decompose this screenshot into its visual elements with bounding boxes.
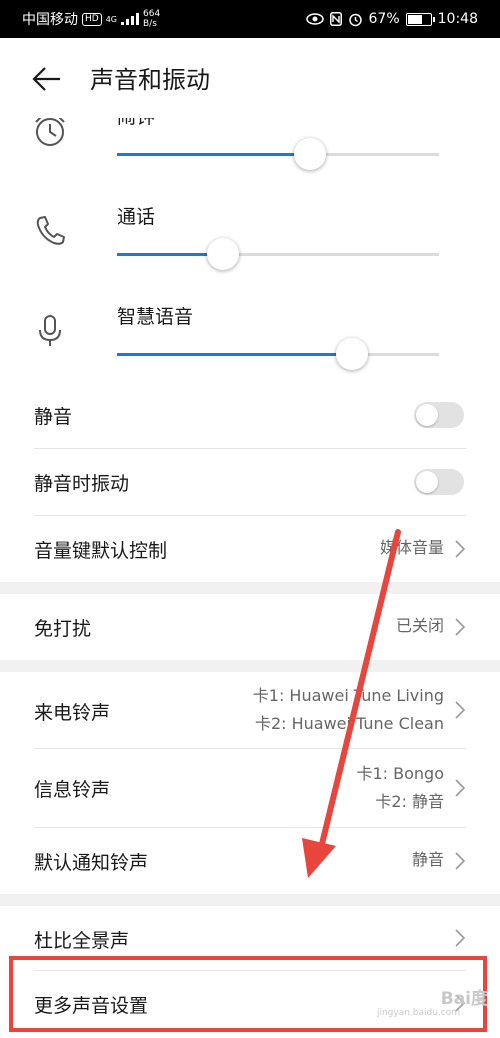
ringtone-row[interactable]: 来电铃声 卡1: Huawei Tune Living 卡2: Huawei T… — [0, 672, 500, 748]
section-gap — [0, 660, 500, 672]
battery-fill — [407, 14, 423, 24]
voice-volume-fill — [117, 353, 353, 356]
alarm-status-icon — [348, 13, 362, 26]
hd-badge: HD — [82, 12, 102, 26]
battery-icon — [405, 12, 435, 26]
dnd-label: 免打扰 — [34, 618, 92, 640]
message-tone-sim1: 卡1: Bongo — [356, 764, 444, 783]
vibrate-on-mute-toggle[interactable] — [414, 469, 464, 495]
notification-tone-row[interactable]: 默认通知铃声 静音 — [0, 828, 500, 894]
watermark-logo: Bai度 — [440, 989, 488, 1009]
mute-row[interactable]: 静音 — [0, 382, 500, 448]
eye-icon — [305, 13, 324, 25]
chevron-right-icon — [455, 618, 466, 636]
message-tone-sim2: 卡2: 静音 — [375, 792, 444, 811]
microphone-icon — [39, 315, 61, 346]
voice-volume-knob[interactable] — [336, 338, 369, 370]
ringtone-sim1: 卡1: Huawei Tune Living — [252, 686, 444, 705]
annotation-highlight-box — [9, 956, 487, 1032]
notification-tone-value: 静音 — [411, 850, 444, 869]
status-left: 中国移动 HD 4G 664 B/s — [22, 0, 160, 38]
alarm-volume-fill — [117, 153, 311, 156]
ringtone-sim2: 卡2: Huawei Tune Clean — [254, 714, 444, 733]
alarm-volume-slider[interactable] — [117, 138, 439, 170]
chevron-right-icon — [455, 929, 466, 947]
chevron-right-icon — [455, 852, 466, 870]
message-tone-label: 信息铃声 — [34, 779, 111, 801]
message-tone-row[interactable]: 信息铃声 卡1: Bongo 卡2: 静音 — [0, 749, 500, 827]
message-tone-value: 卡1: Bongo 卡2: 静音 — [356, 760, 444, 816]
call-volume-slider[interactable] — [117, 238, 439, 270]
section-gap — [0, 894, 500, 906]
signal-icon — [121, 13, 139, 25]
network-type: 4G — [105, 14, 117, 24]
mute-label: 静音 — [34, 406, 73, 428]
nfc-icon — [329, 12, 342, 26]
dnd-row[interactable]: 免打扰 已关闭 — [0, 594, 500, 660]
watermark-url: jingyan.baidu.com — [376, 1008, 460, 1018]
voice-volume-slider[interactable] — [117, 338, 439, 370]
net-speed-value: 664 — [143, 9, 161, 19]
app-header: 声音和振动 — [0, 38, 500, 118]
volume-key-value: 媒体音量 — [379, 538, 444, 557]
page-title: 声音和振动 — [90, 66, 210, 94]
net-speed: 664 B/s — [143, 9, 160, 29]
ringtone-label: 来电铃声 — [34, 702, 111, 724]
carrier-name: 中国移动 — [22, 12, 78, 28]
voice-volume-label: 智慧语音 — [117, 306, 194, 328]
chevron-right-icon — [455, 779, 466, 797]
net-speed-unit: B/s — [143, 19, 157, 29]
section-gap — [0, 582, 500, 594]
vibrate-toggle-knob — [416, 471, 438, 493]
mute-toggle-knob — [416, 404, 438, 426]
mute-toggle[interactable] — [414, 402, 464, 428]
status-right: 67% 10:48 — [305, 0, 478, 38]
alarm-volume-knob[interactable] — [294, 138, 327, 170]
volume-key-row[interactable]: 音量键默认控制 媒体音量 — [0, 516, 500, 582]
ringtone-value: 卡1: Huawei Tune Living 卡2: Huawei Tune C… — [253, 682, 444, 738]
vibrate-on-mute-label: 静音时振动 — [34, 473, 130, 495]
notification-tone-label: 默认通知铃声 — [34, 852, 149, 874]
dnd-value: 已关闭 — [395, 616, 444, 635]
chevron-right-icon — [455, 540, 466, 558]
chevron-right-icon — [455, 701, 466, 719]
status-bar: 中国移动 HD 4G 664 B/s 67% 10:48 — [0, 0, 500, 38]
back-arrow-icon[interactable] — [30, 62, 64, 96]
dolby-label: 杜比全景声 — [34, 930, 130, 952]
call-volume-knob[interactable] — [207, 238, 240, 270]
call-volume-row: 通话 — [0, 200, 500, 300]
battery-percent: 67% — [368, 11, 400, 27]
clock: 10:48 — [437, 11, 478, 27]
volume-key-label: 音量键默认控制 — [34, 540, 168, 562]
vibrate-on-mute-row[interactable]: 静音时振动 — [0, 449, 500, 515]
phone-icon — [36, 216, 65, 245]
call-volume-label: 通话 — [117, 206, 156, 228]
